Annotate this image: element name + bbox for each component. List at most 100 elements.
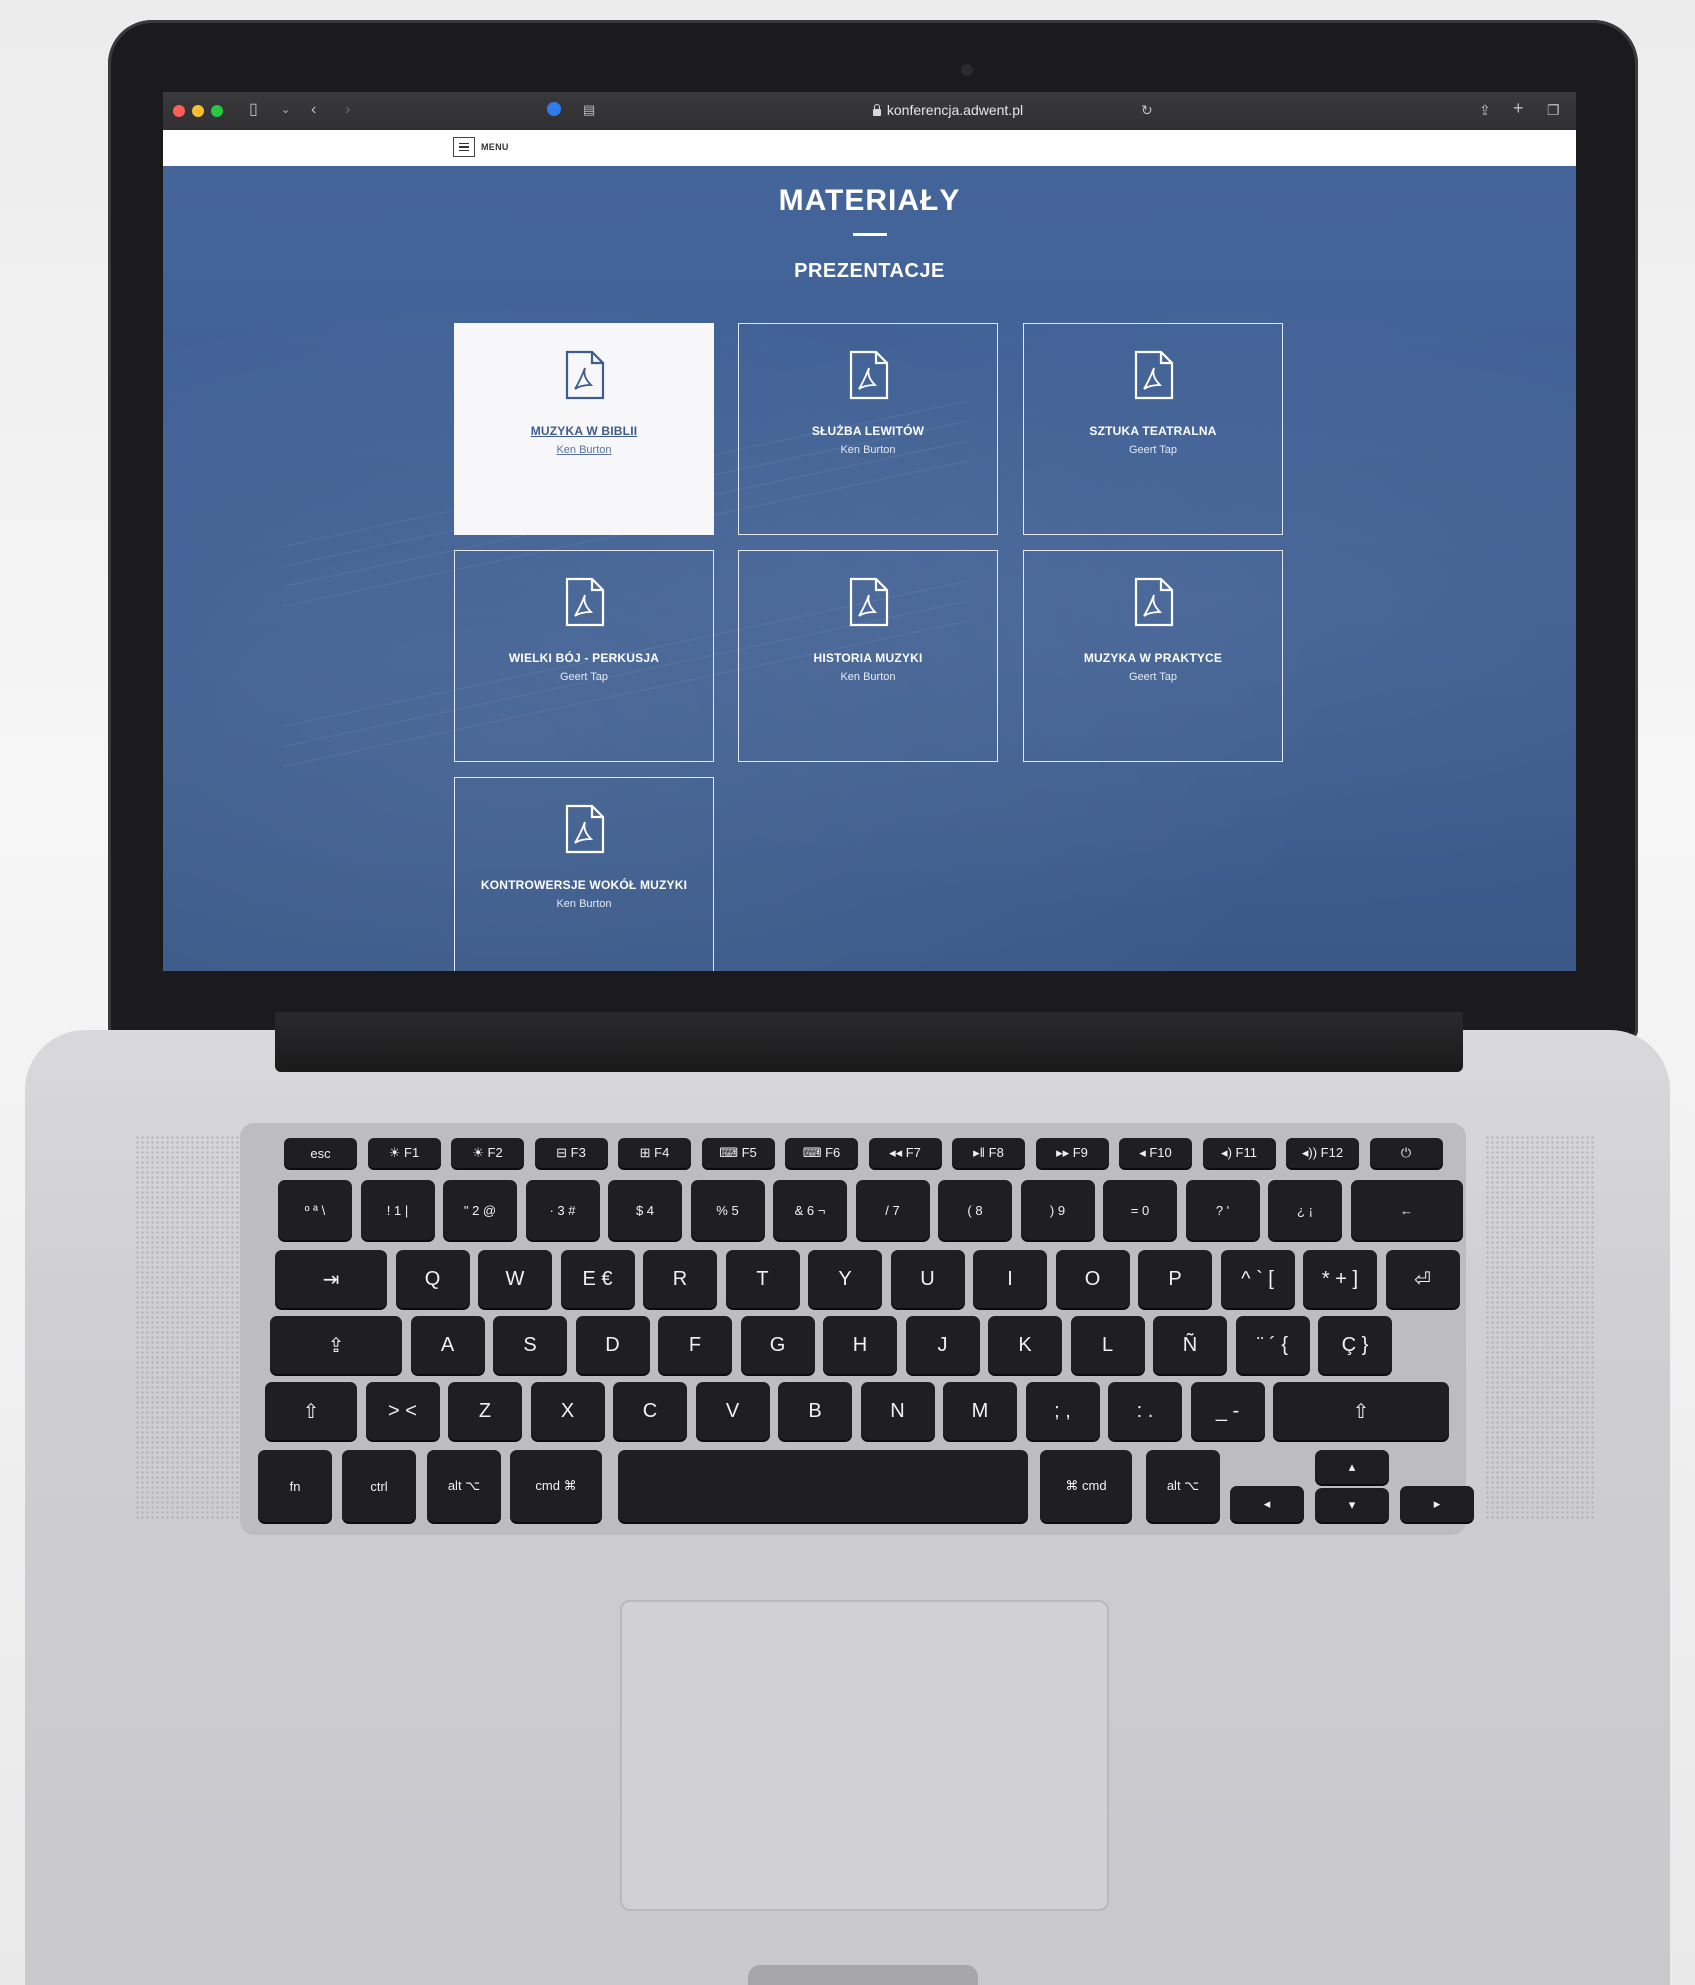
forward-icon[interactable]: › [345,100,350,120]
key[interactable]: ; , [1025,1382,1100,1440]
key[interactable]: K [988,1316,1062,1374]
key[interactable]: Ñ [1153,1316,1227,1374]
key[interactable]: $ 4 [608,1180,682,1240]
minimize-window-button[interactable] [192,105,204,117]
key[interactable]: ▴ [1315,1450,1389,1484]
key[interactable]: E € [560,1250,635,1308]
key[interactable]: ¿ ¡ [1268,1180,1342,1240]
key[interactable]: G [740,1316,815,1374]
key[interactable]: C [613,1382,687,1440]
key[interactable]: ( 8 [938,1180,1012,1240]
new-tab-icon[interactable]: + [1513,98,1524,118]
key[interactable]: ◂)) F12 [1286,1138,1359,1168]
key[interactable]: Q [395,1250,470,1308]
key[interactable]: · 3 # [525,1180,600,1240]
key[interactable]: esc [284,1138,357,1168]
key[interactable]: L [1070,1316,1145,1374]
key[interactable]: ⊟ F3 [534,1138,608,1168]
presentation-card[interactable]: HISTORIA MUZYKI Ken Burton [738,550,998,762]
key[interactable]: : . [1108,1382,1182,1440]
key[interactable]: ◂ F10 [1119,1138,1192,1168]
reload-icon[interactable]: ↻ [1141,100,1153,120]
key[interactable]: > < [365,1382,440,1440]
key[interactable]: * + ] [1303,1250,1377,1308]
key[interactable]: " 2 @ [443,1180,517,1240]
presentation-card[interactable]: MUZYKA W PRAKTYCE Geert Tap [1023,550,1283,762]
key[interactable]: R [643,1250,717,1308]
key[interactable]: ⏎ [1385,1250,1460,1308]
key[interactable]: ⇧ [265,1382,357,1440]
key[interactable]: _ - [1190,1382,1265,1440]
key[interactable]: ! 1 | [360,1180,435,1240]
key[interactable]: ^ ` [ [1220,1250,1295,1308]
privacy-shield-icon[interactable] [547,102,561,116]
key[interactable]: S [493,1316,567,1374]
key[interactable]: ☀ F2 [451,1138,524,1168]
key[interactable]: D [575,1316,650,1374]
presentation-card[interactable]: KONTROWERSJE WOKÓŁ MUZYKI Ken Burton [454,777,714,971]
key[interactable]: ☀ F1 [367,1138,441,1168]
key[interactable]: alt ⌥ [427,1450,501,1522]
sidebar-icon[interactable]: ▯ [249,100,258,120]
key[interactable]: ⏻ [1369,1138,1443,1168]
key[interactable]: I [973,1250,1047,1308]
key[interactable]: º ª \ [278,1180,352,1240]
key[interactable]: ← [1350,1180,1463,1240]
key[interactable]: cmd ⌘ [510,1450,602,1522]
key[interactable]: F [658,1316,732,1374]
key[interactable]: X [530,1382,605,1440]
key[interactable]: N [860,1382,935,1440]
presentation-card[interactable]: SZTUKA TEATRALNA Geert Tap [1023,323,1283,535]
card-author[interactable]: Ken Burton [455,444,713,456]
key[interactable]: A [410,1316,485,1374]
key[interactable]: ⇥ [275,1250,387,1308]
key[interactable]: ) 9 [1020,1180,1095,1240]
key[interactable]: ⌨ F6 [785,1138,858,1168]
key[interactable]: ⇪ [270,1316,402,1374]
key[interactable]: Y [808,1250,882,1308]
key[interactable]: ⊞ F4 [618,1138,691,1168]
address-bar[interactable]: konferencja.adwent.pl [583,98,1313,122]
close-window-button[interactable] [173,105,185,117]
key[interactable]: U [890,1250,965,1308]
key[interactable]: ? ' [1185,1180,1260,1240]
key[interactable]: ctrl [342,1450,416,1522]
key[interactable]: ▸ǁ F8 [952,1138,1025,1168]
key[interactable] [618,1450,1028,1522]
key[interactable]: ⌘ cmd [1040,1450,1132,1522]
key[interactable]: V [695,1382,770,1440]
back-icon[interactable]: ‹ [311,100,316,120]
key[interactable]: ¨ ´ { [1235,1316,1310,1374]
key[interactable]: ▸ [1400,1486,1474,1522]
key[interactable]: ▾ [1315,1488,1389,1522]
key[interactable]: ◂◂ F7 [868,1138,942,1168]
key[interactable]: ◂) F11 [1202,1138,1276,1168]
key[interactable]: ◂ [1230,1486,1304,1522]
key[interactable]: / 7 [855,1180,930,1240]
share-icon[interactable]: ⇪ [1479,100,1491,120]
key[interactable]: Ç } [1318,1316,1392,1374]
key[interactable]: fn [258,1450,332,1522]
key[interactable]: W [478,1250,552,1308]
tab-overview-icon[interactable]: ❐ [1547,100,1560,120]
key[interactable]: alt ⌥ [1146,1450,1220,1522]
presentation-card[interactable]: WIELKI BÓJ - PERKUSJA Geert Tap [454,550,714,762]
key[interactable]: Z [448,1382,522,1440]
key[interactable]: ⌨ F5 [701,1138,775,1168]
key[interactable]: P [1138,1250,1212,1308]
key[interactable]: % 5 [690,1180,765,1240]
menu-button[interactable]: MENU [453,137,509,157]
key[interactable]: = 0 [1103,1180,1177,1240]
key[interactable]: ⇧ [1273,1382,1449,1440]
presentation-card[interactable]: MUZYKA W BIBLII Ken Burton [454,323,714,535]
key[interactable]: ▸▸ F9 [1035,1138,1109,1168]
key[interactable]: B [778,1382,852,1440]
key[interactable]: M [943,1382,1017,1440]
key[interactable]: J [905,1316,980,1374]
trackpad[interactable] [620,1600,1109,1911]
key[interactable]: & 6 ¬ [773,1180,847,1240]
key[interactable]: H [823,1316,897,1374]
presentation-card[interactable]: SŁUŻBA LEWITÓW Ken Burton [738,323,998,535]
card-title[interactable]: MUZYKA W BIBLII [455,424,713,438]
key[interactable]: T [725,1250,800,1308]
